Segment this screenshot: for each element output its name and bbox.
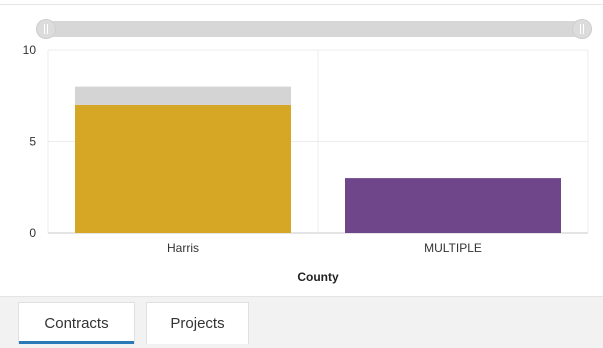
y-tick-label: 0 [29,226,36,240]
y-axis-ticks: 0 5 10 [23,43,37,240]
tab-bar: Contracts Projects [0,296,603,348]
x-axis-title: County [297,270,339,284]
tab-projects[interactable]: Projects [146,302,249,344]
x-tick-label: MULTIPLE [424,241,482,255]
x-axis-ticks: Harris MULTIPLE [167,241,482,255]
y-tick-label: 5 [29,135,36,149]
x-tick-label: Harris [167,241,199,255]
tab-contracts-label: Contracts [44,315,109,332]
bar-harris-segment-0 [75,104,291,234]
bar-chart: 0 5 10 Harris MULTIPLE County [23,43,589,284]
tab-projects-label: Projects [170,315,225,332]
y-tick-label: 10 [23,43,37,57]
bar-multiple-segment-0 [345,178,561,233]
bar-harris-segment-1 [75,86,291,105]
tab-contracts[interactable]: Contracts [18,302,135,344]
